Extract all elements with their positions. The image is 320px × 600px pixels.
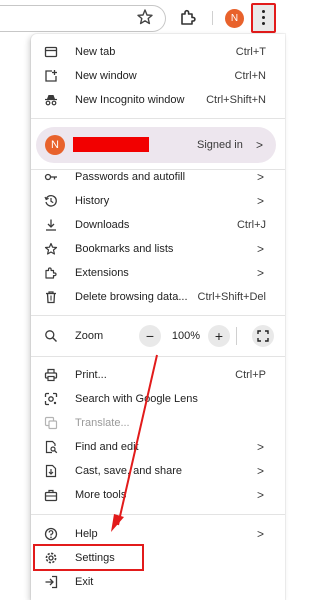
annotation-arrow — [111, 354, 158, 532]
